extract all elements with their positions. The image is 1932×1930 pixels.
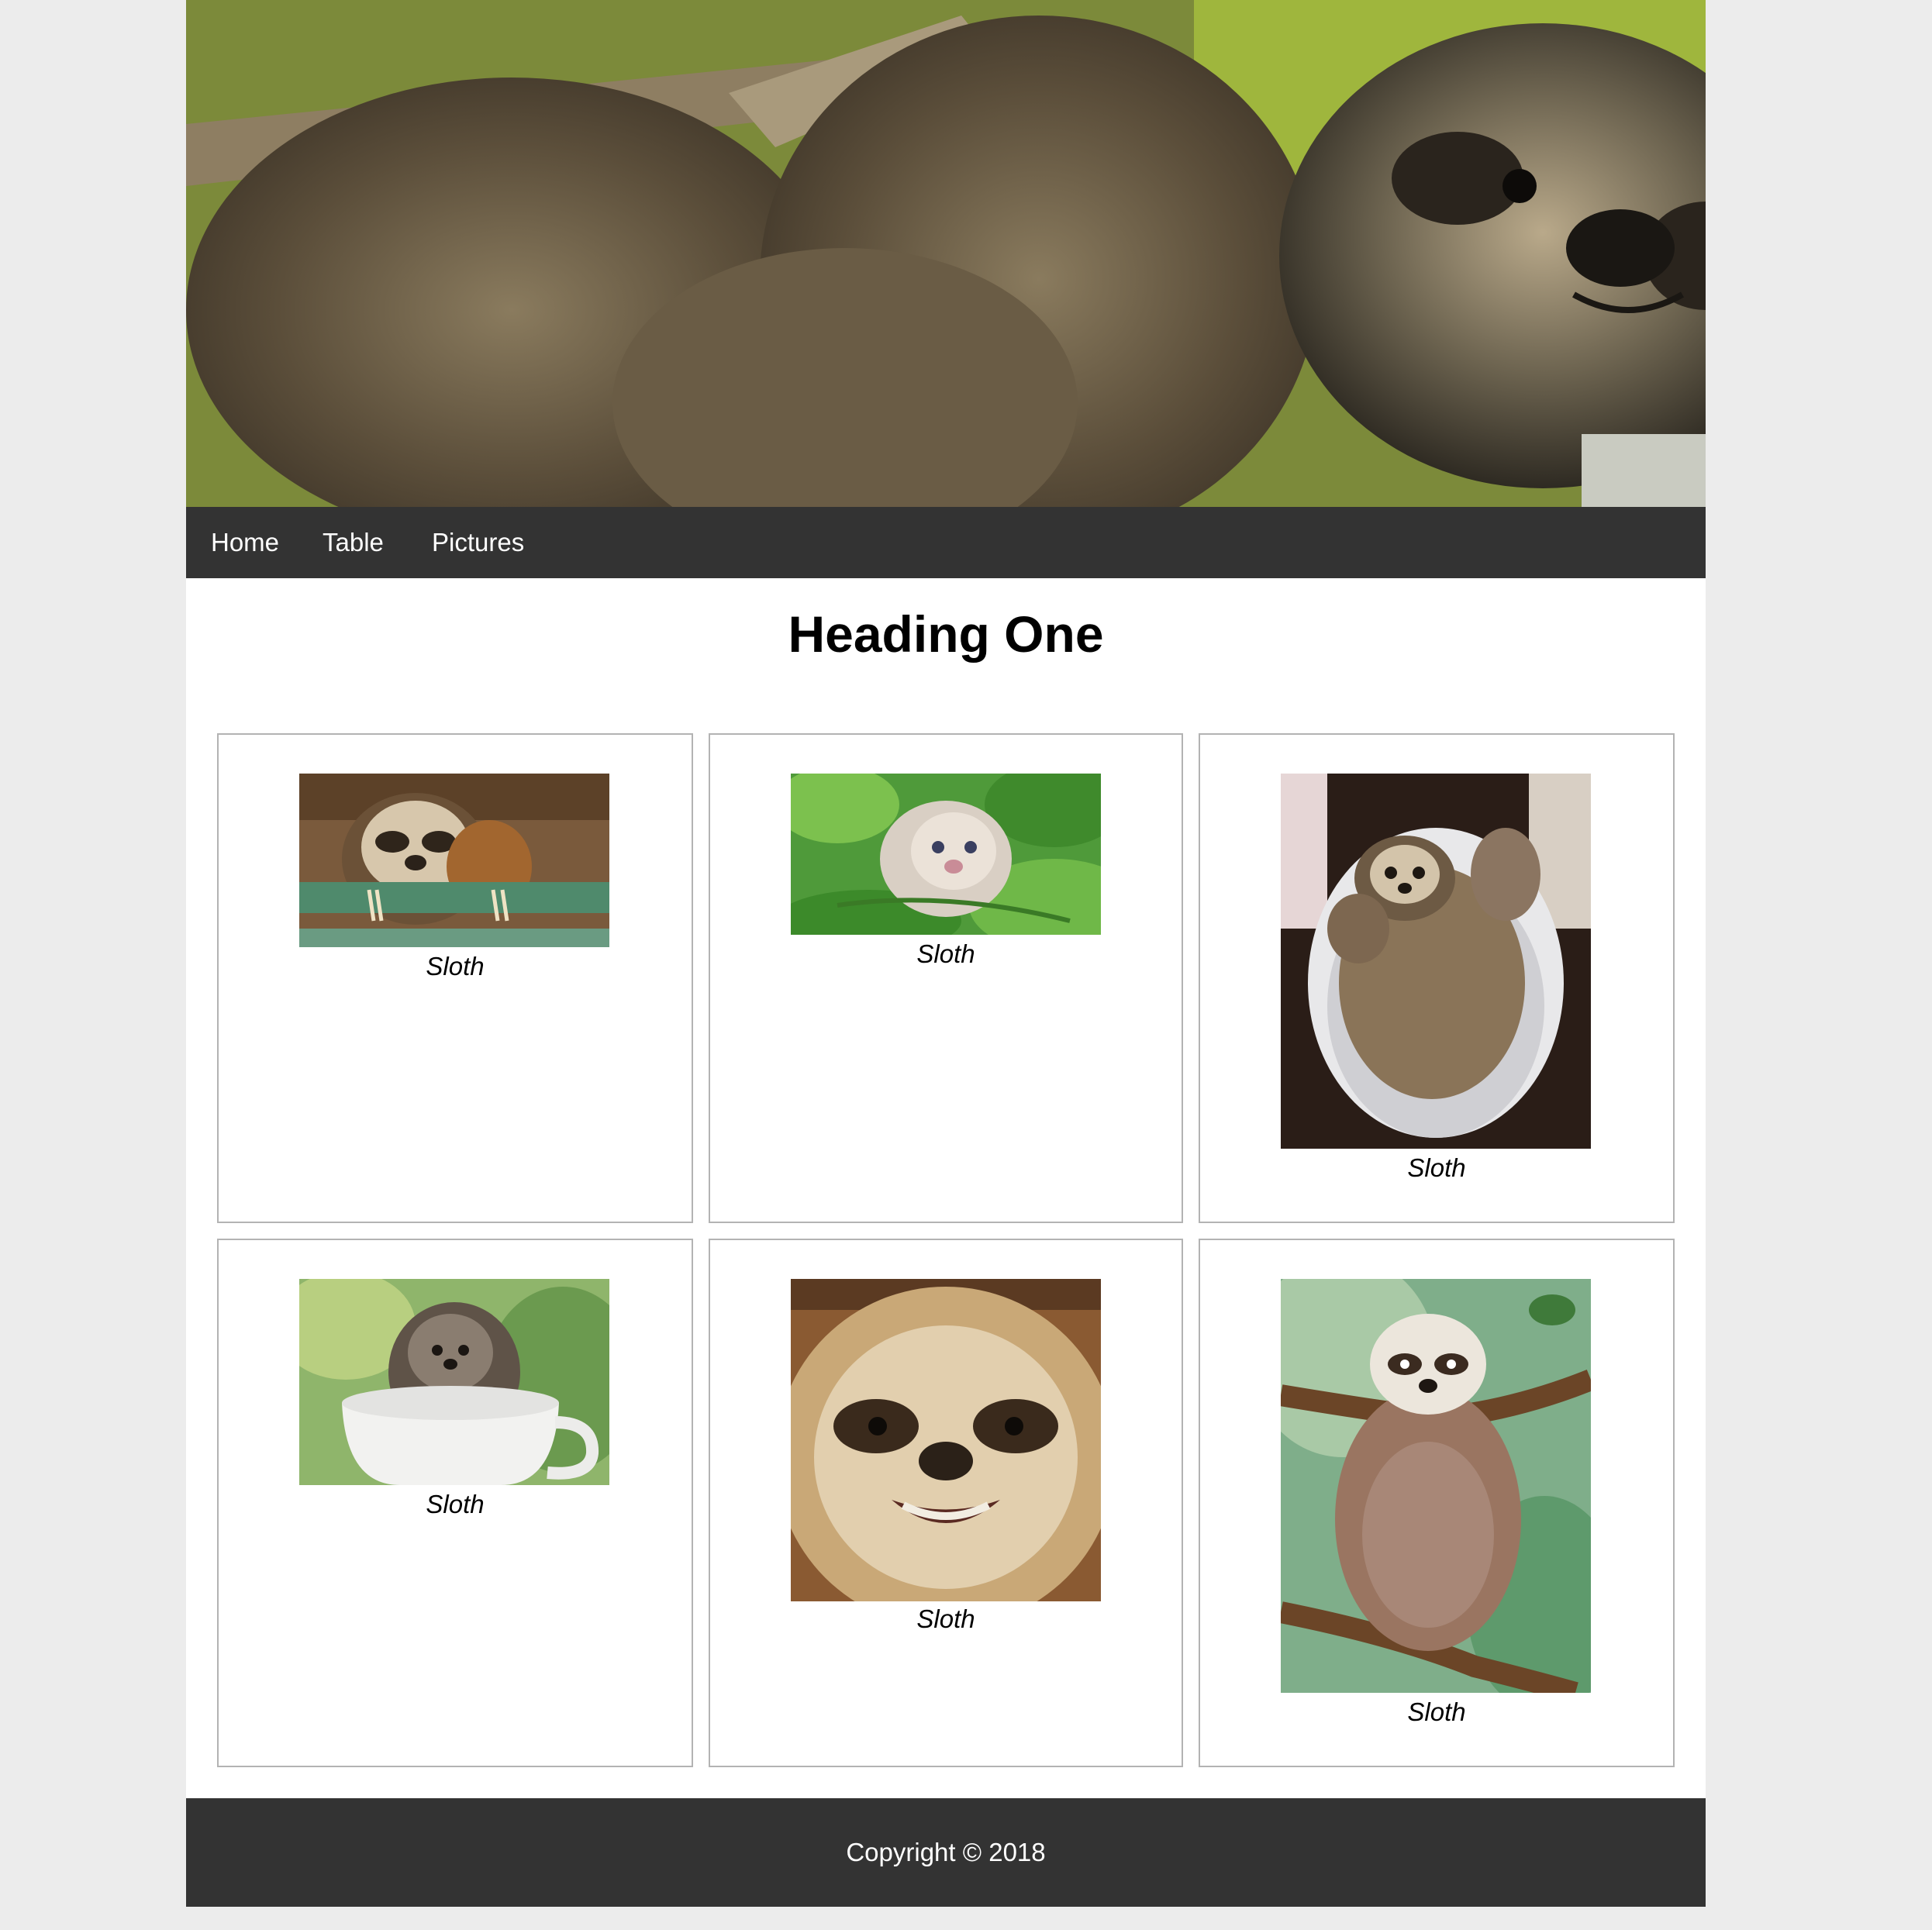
- gallery-caption: Sloth: [916, 939, 975, 968]
- main-nav: Home Table Pictures: [186, 507, 1706, 578]
- sloth-on-branch-painting: [1281, 1279, 1591, 1693]
- gallery-caption: Sloth: [1407, 1697, 1466, 1726]
- hero-banner-image: [186, 0, 1706, 507]
- nav-item-home[interactable]: Home: [186, 507, 304, 578]
- baby-sloth-in-leaves-photo: [791, 774, 1101, 935]
- nav-item-table[interactable]: Table: [298, 507, 409, 578]
- page-title: Heading One: [788, 605, 1104, 663]
- gallery-card: Sloth: [1199, 733, 1675, 1223]
- gallery-caption: Sloth: [1407, 1153, 1466, 1182]
- baby-sloth-on-rail-photo: [299, 774, 609, 947]
- gallery-card: Sloth: [709, 733, 1183, 1223]
- gallery-caption: Sloth: [916, 1604, 975, 1633]
- gallery-caption: Sloth: [426, 1490, 485, 1518]
- sloth-in-bucket-photo: [1281, 774, 1591, 1149]
- copyright-text: Copyright © 2018: [846, 1838, 1046, 1866]
- sloth-in-teacup-photo: [299, 1279, 609, 1485]
- gallery-card: Sloth: [709, 1239, 1183, 1767]
- gallery-caption: Sloth: [426, 952, 485, 981]
- footer: Copyright © 2018: [186, 1798, 1706, 1907]
- gallery-card: Sloth: [1199, 1239, 1675, 1767]
- gallery-card: Sloth: [217, 733, 693, 1223]
- nav-item-pictures[interactable]: Pictures: [407, 507, 549, 578]
- page-container: Home Table Pictures Heading One Sloth Sl…: [186, 0, 1706, 1907]
- gallery-card: Sloth: [217, 1239, 693, 1767]
- smiling-sloth-photo: [791, 1279, 1101, 1601]
